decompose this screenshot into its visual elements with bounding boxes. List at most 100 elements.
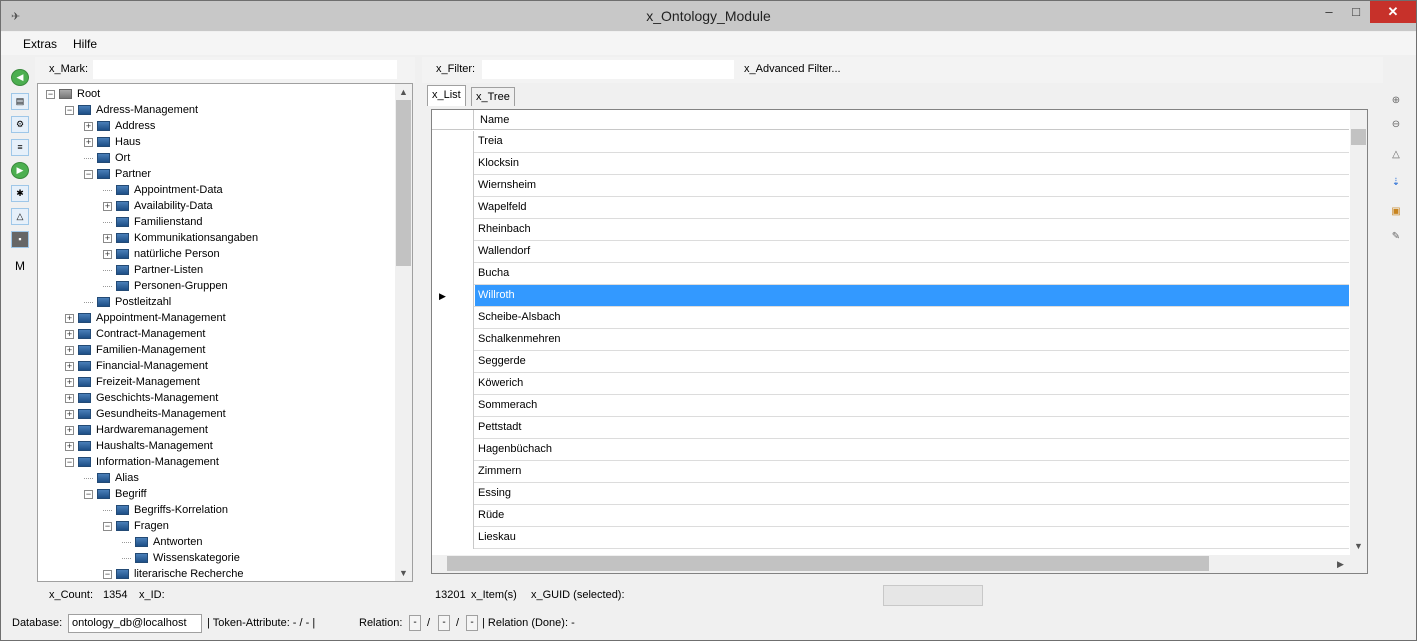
tree-node[interactable]: + natürliche Person <box>103 246 220 262</box>
row-header[interactable] <box>432 527 474 549</box>
grid-scroll-right-icon[interactable]: ▶ <box>1332 556 1349 572</box>
expand-icon[interactable]: + <box>65 329 74 339</box>
tree-node[interactable]: Alias <box>84 470 139 486</box>
expand-icon[interactable]: + <box>65 377 74 387</box>
name-cell[interactable]: Wapelfeld <box>475 197 1349 218</box>
tree-node[interactable]: − Begriff <box>84 486 147 502</box>
expand-icon[interactable]: + <box>65 441 74 451</box>
tree-node[interactable]: + Kommunikationsangaben <box>103 230 258 246</box>
name-cell[interactable]: Treia <box>475 131 1349 152</box>
item-grid[interactable]: Name ▼ ▶ Treia Klocksin Wiernsheim Wapelfel… <box>431 109 1368 574</box>
table-row[interactable]: Hagenbüchach <box>432 439 1349 461</box>
tree-node[interactable]: Partner-Listen <box>103 262 203 278</box>
collapse-icon[interactable]: − <box>103 521 112 531</box>
delete-icon[interactable]: ⊖ <box>1388 117 1404 133</box>
relation-button-2[interactable]: - <box>438 615 450 631</box>
expand-icon[interactable]: + <box>84 137 93 147</box>
close-button[interactable]: ✕ <box>1370 1 1416 23</box>
tree-node[interactable]: + Haus <box>84 134 141 150</box>
name-cell[interactable]: Köwerich <box>475 373 1349 394</box>
column-name-header[interactable]: Name <box>480 114 509 126</box>
name-cell[interactable]: Rheinbach <box>475 219 1349 240</box>
tree-node[interactable]: + Availability-Data <box>103 198 213 214</box>
row-header[interactable] <box>432 439 474 461</box>
guid-field[interactable] <box>883 585 983 606</box>
tree-node[interactable]: + Gesundheits-Management <box>65 406 226 422</box>
collapse-icon[interactable]: − <box>65 457 74 467</box>
maximize-button[interactable]: □ <box>1343 1 1369 23</box>
expand-icon[interactable]: + <box>65 425 74 435</box>
menu-extras[interactable]: Extras <box>23 37 57 51</box>
table-row[interactable]: Zimmern <box>432 461 1349 483</box>
tree-node[interactable]: − Adress-Management <box>65 102 198 118</box>
relation-button-1[interactable]: - <box>409 615 421 631</box>
table-row[interactable]: Essing <box>432 483 1349 505</box>
row-header[interactable] <box>432 505 474 527</box>
scroll-up-icon[interactable]: ▲ <box>395 84 412 100</box>
grid-scroll-down-icon[interactable]: ▼ <box>1350 538 1367 554</box>
tree-node[interactable]: − Fragen <box>103 518 169 534</box>
m-button[interactable]: M <box>11 259 29 276</box>
tree-node[interactable]: Ort <box>84 150 130 166</box>
expand-icon[interactable]: + <box>65 393 74 403</box>
table-row[interactable]: Rüde <box>432 505 1349 527</box>
table-row[interactable]: Wiernsheim <box>432 175 1349 197</box>
table-row[interactable]: ▶ Willroth <box>432 285 1349 307</box>
table-row[interactable]: Rheinbach <box>432 219 1349 241</box>
expand-icon[interactable]: + <box>103 233 112 243</box>
expand-icon[interactable]: + <box>65 361 74 371</box>
tree-node[interactable]: + Haushalts-Management <box>65 438 213 454</box>
table-row[interactable]: Bucha <box>432 263 1349 285</box>
row-header[interactable] <box>432 461 474 483</box>
tab-list[interactable]: x_List <box>427 85 466 106</box>
name-cell[interactable]: Wallendorf <box>475 241 1349 262</box>
row-header[interactable]: ▶ <box>432 285 474 307</box>
expand-icon[interactable]: + <box>103 201 112 211</box>
name-cell[interactable]: Wiernsheim <box>475 175 1349 196</box>
name-cell[interactable]: Rüde <box>475 505 1349 526</box>
tree-scrollbar[interactable]: ▲ ▼ <box>395 84 412 581</box>
tree-node[interactable]: + Freizeit-Management <box>65 374 200 390</box>
collapse-icon[interactable]: − <box>46 89 55 99</box>
name-cell[interactable]: Pettstadt <box>475 417 1349 438</box>
expand-icon[interactable]: + <box>65 409 74 419</box>
db-icon[interactable]: ▤ <box>11 93 29 110</box>
grid-vscrollbar[interactable]: ▼ <box>1350 110 1367 555</box>
add-icon[interactable]: ⊕ <box>1388 93 1404 109</box>
grid-hscroll-thumb[interactable] <box>447 556 1209 571</box>
tab-tree[interactable]: x_Tree <box>471 87 515 106</box>
tree-node[interactable]: Postleitzahl <box>84 294 171 310</box>
row-header[interactable] <box>432 153 474 175</box>
tree-node[interactable]: Familienstand <box>103 214 202 230</box>
row-header[interactable] <box>432 197 474 219</box>
tree-node[interactable]: Appointment-Data <box>103 182 223 198</box>
name-cell[interactable]: Klocksin <box>475 153 1349 174</box>
name-cell[interactable]: Zimmern <box>475 461 1349 482</box>
name-cell[interactable]: Sommerach <box>475 395 1349 416</box>
row-header[interactable] <box>432 175 474 197</box>
expand-icon[interactable]: + <box>103 249 112 259</box>
tree-node[interactable]: − Root <box>46 86 100 102</box>
database-field[interactable]: ontology_db@localhost <box>68 614 202 633</box>
row-header[interactable] <box>432 241 474 263</box>
table-row[interactable]: Scheibe-Alsbach <box>432 307 1349 329</box>
tree-node[interactable]: − Information-Management <box>65 454 219 470</box>
row-header[interactable] <box>432 307 474 329</box>
row-header[interactable] <box>432 395 474 417</box>
image-icon[interactable]: ▪ <box>11 231 29 248</box>
mark-input[interactable] <box>93 60 397 79</box>
expand-icon[interactable]: + <box>84 121 93 131</box>
name-cell[interactable]: Lieskau <box>475 527 1349 548</box>
scroll-down-icon[interactable]: ▼ <box>395 565 412 581</box>
table-row[interactable]: Pettstadt <box>432 417 1349 439</box>
collapse-icon[interactable]: − <box>84 169 93 179</box>
graph-icon[interactable]: ⚙ <box>11 116 29 133</box>
minimize-button[interactable]: – <box>1315 1 1343 23</box>
tree-node[interactable]: Personen-Gruppen <box>103 278 228 294</box>
scroll-thumb[interactable] <box>396 100 411 266</box>
tree-node[interactable]: − Partner <box>84 166 151 182</box>
name-cell[interactable]: Hagenbüchach <box>475 439 1349 460</box>
name-cell[interactable]: Essing <box>475 483 1349 504</box>
relation-button-3[interactable]: - <box>466 615 478 631</box>
row-header[interactable] <box>432 351 474 373</box>
